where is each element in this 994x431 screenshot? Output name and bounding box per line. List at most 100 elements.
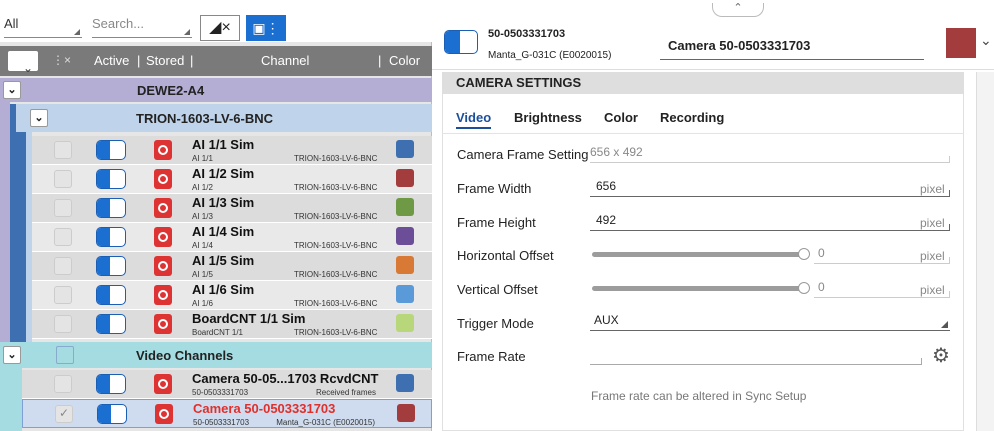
slider-handle[interactable] — [798, 282, 810, 294]
horizontal-offset-slider[interactable] — [592, 248, 810, 260]
select-checkbox[interactable]: ✓ — [55, 405, 73, 423]
header-stored[interactable]: Stored — [146, 53, 184, 68]
select-checkbox[interactable] — [54, 228, 72, 246]
slider-handle[interactable] — [798, 248, 810, 260]
tab-recording[interactable]: Recording — [660, 110, 724, 125]
filter-bar: All Search... ◢× ▣⋮ — [0, 10, 432, 42]
select-checkbox[interactable] — [54, 141, 72, 159]
channel-source: BoardCNT 1/1 — [192, 328, 243, 337]
header-color[interactable]: Color — [389, 53, 420, 68]
camera-name-field[interactable]: Camera 50-0503331703 — [660, 38, 924, 60]
channel-color-swatch[interactable] — [396, 169, 414, 187]
channel-name: AI 1/6 Sim — [192, 282, 255, 297]
channel-row[interactable]: AI 1/6 Sim AI 1/6 TRION-1603-LV-6-BNC — [32, 281, 432, 310]
channel-color-swatch[interactable] — [396, 314, 414, 332]
channel-row[interactable]: AI 1/2 Sim AI 1/2 TRION-1603-LV-6-BNC — [32, 165, 432, 194]
tree-view-button[interactable]: ▣⋮ — [246, 15, 286, 41]
channel-color-swatch[interactable] — [396, 140, 414, 158]
channel-type-dropdown[interactable]: All — [4, 16, 82, 38]
vertical-offset-label: Vertical Offset — [457, 282, 538, 297]
channel-color-swatch[interactable] — [396, 227, 414, 245]
active-toggle[interactable] — [96, 198, 126, 218]
camera-id: 50-0503331703 — [488, 28, 566, 40]
header-channel[interactable]: Channel — [261, 53, 309, 68]
channel-row[interactable]: AI 1/4 Sim AI 1/4 TRION-1603-LV-6-BNC — [32, 223, 432, 252]
tab-brightness[interactable]: Brightness — [514, 110, 582, 125]
vertical-offset-value: 0 — [818, 280, 825, 294]
select-checkbox[interactable] — [54, 199, 72, 217]
trigger-mode-dropdown[interactable]: AUX — [590, 313, 950, 331]
settings-section-title: CAMERA SETTINGS — [456, 75, 582, 90]
record-icon[interactable] — [155, 404, 173, 424]
vertical-offset-slider[interactable] — [592, 282, 810, 294]
clear-filter-button[interactable]: ◢× — [200, 15, 240, 41]
active-toggle[interactable] — [96, 140, 126, 160]
channel-row[interactable]: BoardCNT 1/1 Sim BoardCNT 1/1 TRION-1603-L… — [32, 310, 432, 339]
channel-color-swatch[interactable] — [396, 285, 414, 303]
camera-active-toggle[interactable] — [444, 30, 478, 54]
frame-width-value: 656 — [596, 179, 617, 193]
record-icon[interactable] — [154, 374, 172, 394]
dewe-expand-toggle[interactable]: ⌄ — [3, 81, 21, 99]
channel-source: AI 1/2 — [192, 183, 213, 192]
record-icon[interactable] — [154, 169, 172, 189]
frame-width-field[interactable]: 656 — [590, 179, 950, 197]
video-rows: Camera 50-05...1703 RcvdCNT 50-0503331703… — [22, 370, 432, 428]
group-video[interactable]: ⌄ Video Channels — [0, 342, 432, 368]
channel-color-swatch[interactable] — [396, 374, 414, 392]
side-scroll-panel[interactable] — [976, 72, 994, 431]
record-icon[interactable] — [154, 198, 172, 218]
video-group-bar — [0, 368, 22, 431]
color-dropdown-icon[interactable]: ⌄ — [980, 32, 992, 49]
camera-color-swatch[interactable] — [946, 28, 976, 58]
group-trion[interactable]: ⌄ TRION-1603-LV-6-BNC — [10, 104, 432, 132]
record-icon[interactable] — [154, 314, 172, 334]
channel-row[interactable]: AI 1/1 Sim AI 1/1 TRION-1603-LV-6-BNC — [32, 136, 432, 165]
record-icon[interactable] — [154, 285, 172, 305]
channel-name: Camera 50-05...1703 RcvdCNT — [192, 371, 379, 386]
active-toggle[interactable] — [96, 256, 126, 276]
remove-column-icon[interactable]: ⋮× — [52, 53, 71, 67]
chevron-up-icon: ⌃ — [733, 2, 743, 14]
active-toggle[interactable] — [96, 285, 126, 305]
frame-setting-field: 656 x 492 — [590, 145, 950, 163]
record-icon[interactable] — [154, 140, 172, 160]
active-toggle[interactable] — [96, 314, 126, 334]
select-checkbox[interactable] — [54, 286, 72, 304]
select-checkbox[interactable] — [54, 170, 72, 188]
trigger-mode-value: AUX — [594, 313, 619, 327]
active-toggle[interactable] — [96, 374, 126, 394]
channel-row[interactable]: AI 1/3 Sim AI 1/3 TRION-1603-LV-6-BNC — [32, 194, 432, 223]
video-expand-toggle[interactable]: ⌄ — [3, 346, 21, 364]
tab-video[interactable]: Video — [456, 110, 492, 129]
video-group-checkbox[interactable] — [56, 346, 74, 364]
channel-name: AI 1/4 Sim — [192, 224, 255, 239]
dropdown-arrow-icon — [184, 29, 190, 35]
channel-device: TRION-1603-LV-6-BNC — [294, 299, 378, 308]
channel-row[interactable]: ✓ Camera 50-0503331703 50-0503331703 Manta_… — [22, 399, 432, 428]
active-toggle[interactable] — [96, 169, 126, 189]
channel-name: BoardCNT 1/1 Sim — [192, 311, 306, 326]
tab-color[interactable]: Color — [604, 110, 638, 125]
select-checkbox[interactable] — [54, 375, 72, 393]
channel-row[interactable]: AI 1/5 Sim AI 1/5 TRION-1603-LV-6-BNC — [32, 252, 432, 281]
trion-expand-toggle[interactable]: ⌄ — [30, 109, 48, 127]
channel-source: 50-0503331703 — [193, 418, 250, 427]
active-toggle[interactable] — [96, 227, 126, 247]
channel-color-swatch[interactable] — [396, 198, 414, 216]
record-icon[interactable] — [154, 227, 172, 247]
select-checkbox[interactable] — [54, 257, 72, 275]
gear-icon[interactable]: ⚙ — [932, 343, 950, 368]
search-input[interactable]: Search... — [92, 16, 192, 38]
select-checkbox[interactable] — [54, 315, 72, 333]
group-dewe[interactable]: ⌄ DEWE2-A4 — [0, 78, 432, 102]
channel-color-swatch[interactable] — [396, 256, 414, 274]
frame-height-field[interactable]: 492 — [590, 213, 950, 231]
frame-rate-note: Frame rate can be altered in Sync Setup — [591, 389, 807, 403]
active-toggle[interactable] — [97, 404, 127, 424]
collapse-all-button[interactable]: ⌄ — [8, 51, 38, 75]
channel-color-swatch[interactable] — [397, 404, 415, 422]
record-icon[interactable] — [154, 256, 172, 276]
header-active[interactable]: Active — [94, 53, 129, 68]
channel-row[interactable]: Camera 50-05...1703 RcvdCNT 50-0503331703… — [22, 370, 432, 399]
